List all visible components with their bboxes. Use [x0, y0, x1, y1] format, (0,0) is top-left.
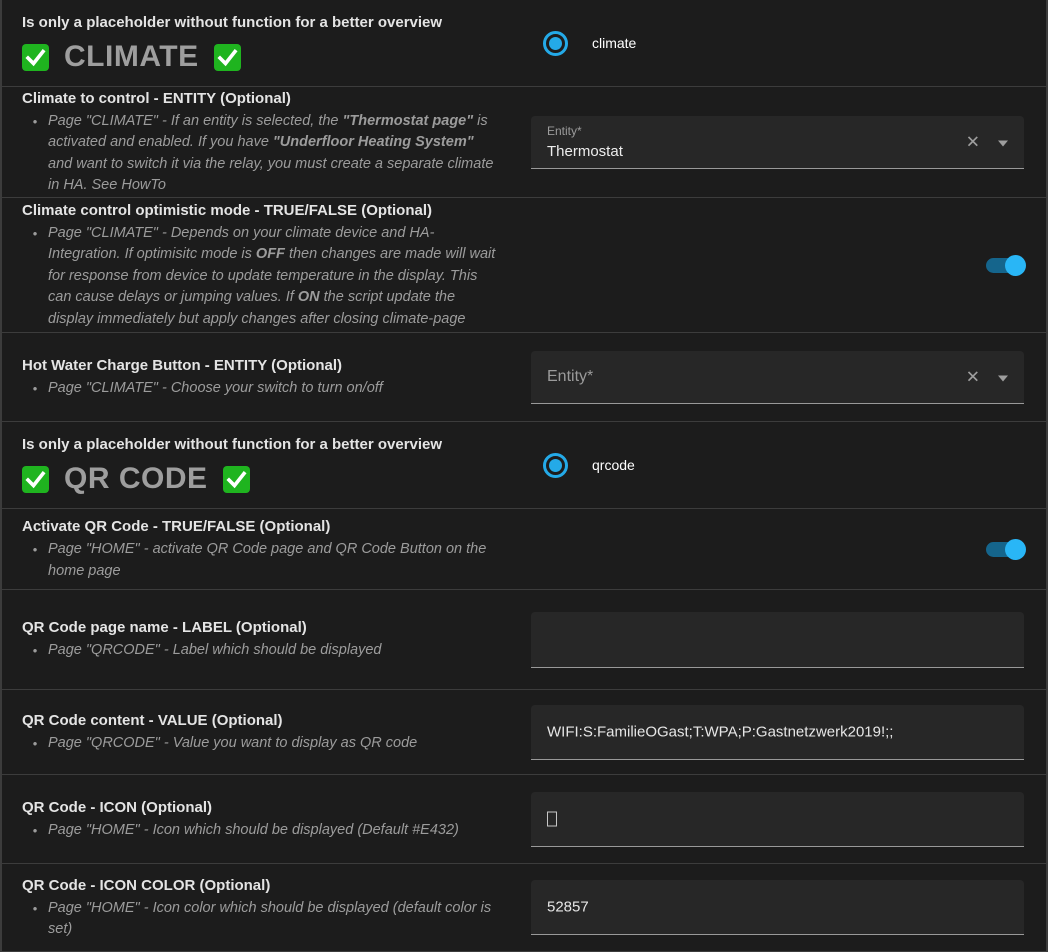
row-qrcode-placeholder-control: qrcode [531, 422, 1046, 508]
row-description-text: Page "QRCODE" - Value you want to displa… [48, 733, 417, 755]
qrcode-content-input[interactable]: WIFI:S:FamilieOGast;T:WPA;P:Gastnetzwerk… [531, 705, 1024, 760]
section-heading-label: QR CODE [64, 462, 208, 496]
bullet-icon: • [22, 820, 48, 842]
optimistic-mode-toggle[interactable] [986, 258, 1024, 273]
row-qrcode-content-control: WIFI:S:FamilieOGast;T:WPA;P:Gastnetzwerk… [531, 690, 1046, 774]
section-heading-label: CLIMATE [64, 40, 199, 74]
radio-selected-icon[interactable] [543, 31, 568, 56]
row-optimistic-mode-control [531, 198, 1046, 332]
row-qrcode-icon: QR Code - ICON (Optional) • Page "HOME" … [2, 775, 1046, 864]
row-description: • Page "QRCODE" - Label which should be … [22, 640, 507, 662]
row-climate-placeholder-control: climate [531, 0, 1046, 86]
row-qrcode-icon-color-text: QR Code - ICON COLOR (Optional) • Page "… [2, 864, 531, 951]
clear-x-icon[interactable]: ✕ [966, 133, 980, 150]
row-description: • Page "CLIMATE" - Depends on your clima… [22, 223, 507, 331]
row-description-text: Page "HOME" - Icon color which should be… [48, 898, 500, 941]
row-title: QR Code - ICON COLOR (Optional) [22, 875, 507, 896]
radio-selected-icon[interactable] [543, 453, 568, 478]
row-description-text: Page "QRCODE" - Label which should be di… [48, 640, 382, 662]
row-hot-water-entity: Hot Water Charge Button - ENTITY (Option… [2, 333, 1046, 422]
section-heading-qrcode: QR CODE [22, 462, 507, 496]
row-climate-entity-control: Entity* Thermostat ✕ [531, 87, 1046, 197]
row-hot-water-entity-text: Hot Water Charge Button - ENTITY (Option… [2, 333, 531, 421]
check-emoji-icon [223, 466, 250, 493]
caret-down-icon[interactable] [998, 140, 1008, 146]
row-climate-placeholder: Is only a placeholder without function f… [2, 0, 1046, 87]
clear-x-icon[interactable]: ✕ [966, 368, 980, 385]
row-qrcode-placeholder-text: Is only a placeholder without function f… [2, 422, 531, 508]
row-hot-water-entity-control: Entity* ✕ [531, 333, 1046, 421]
row-description: • Page "HOME" - activate QR Code page an… [22, 539, 507, 582]
row-description: • Page "HOME" - Icon color which should … [22, 898, 507, 941]
row-qrcode-icon-text: QR Code - ICON (Optional) • Page "HOME" … [2, 775, 531, 863]
row-title: Is only a placeholder without function f… [22, 12, 507, 33]
field-placeholder: Entity* [547, 368, 593, 386]
bullet-icon: • [22, 640, 48, 662]
bullet-icon: • [22, 733, 48, 755]
bullet-icon: • [22, 111, 48, 197]
bullet-icon: • [22, 539, 48, 582]
radio-label: climate [592, 35, 636, 51]
field-value: Thermostat [547, 143, 623, 160]
row-qrcode-page-name-control [531, 590, 1046, 689]
field-label: Entity* [547, 124, 582, 138]
check-emoji-icon [22, 44, 49, 71]
row-qrcode-placeholder: Is only a placeholder without function f… [2, 422, 1046, 509]
radio-label: qrcode [592, 457, 635, 473]
bullet-icon: • [22, 898, 48, 941]
row-climate-placeholder-text: Is only a placeholder without function f… [2, 0, 531, 86]
entity-select-thermostat[interactable]: Entity* Thermostat ✕ [531, 116, 1024, 169]
row-description-text: Page "CLIMATE" - Choose your switch to t… [48, 378, 383, 400]
bullet-icon: • [22, 223, 48, 331]
row-title: QR Code content - VALUE (Optional) [22, 710, 507, 731]
row-title: Climate to control - ENTITY (Optional) [22, 88, 507, 109]
row-title: Hot Water Charge Button - ENTITY (Option… [22, 355, 507, 376]
field-value: WIFI:S:FamilieOGast;T:WPA;P:Gastnetzwerk… [547, 723, 893, 740]
activate-qrcode-toggle[interactable] [986, 542, 1024, 557]
caret-down-icon[interactable] [998, 375, 1008, 381]
check-emoji-icon [214, 44, 241, 71]
row-title: Climate control optimistic mode - TRUE/F… [22, 200, 507, 221]
radio-option-qrcode[interactable]: qrcode [531, 453, 635, 478]
toggle-thumb[interactable] [1005, 255, 1026, 276]
section-heading-climate: CLIMATE [22, 40, 507, 74]
row-description: • Page "CLIMATE" - If an entity is selec… [22, 111, 507, 197]
row-qrcode-icon-control [531, 775, 1046, 863]
row-qrcode-content-text: QR Code content - VALUE (Optional) • Pag… [2, 690, 531, 774]
row-title: Is only a placeholder without function f… [22, 434, 507, 455]
row-description: • Page "HOME" - Icon which should be dis… [22, 820, 507, 842]
row-activate-qrcode-text: Activate QR Code - TRUE/FALSE (Optional)… [2, 509, 531, 589]
row-qrcode-icon-color-control: 52857 [531, 864, 1046, 951]
qrcode-icon-color-input[interactable]: 52857 [531, 880, 1024, 935]
row-description-text: Page "CLIMATE" - If an entity is selecte… [48, 111, 500, 197]
row-description: • Page "CLIMATE" - Choose your switch to… [22, 378, 507, 400]
row-description-text: Page "HOME" - Icon which should be displ… [48, 820, 459, 842]
qrcode-page-name-input[interactable] [531, 612, 1024, 668]
row-climate-entity-text: Climate to control - ENTITY (Optional) •… [2, 87, 531, 197]
entity-select-empty[interactable]: Entity* ✕ [531, 351, 1024, 404]
row-optimistic-mode: Climate control optimistic mode - TRUE/F… [2, 198, 1046, 333]
missing-glyph-box [547, 811, 557, 826]
row-optimistic-mode-text: Climate control optimistic mode - TRUE/F… [2, 198, 531, 332]
bullet-icon: • [22, 378, 48, 400]
qrcode-icon-input[interactable] [531, 792, 1024, 847]
field-value: 52857 [547, 899, 589, 916]
row-qrcode-page-name: QR Code page name - LABEL (Optional) • P… [2, 590, 1046, 690]
radio-option-climate[interactable]: climate [531, 31, 636, 56]
row-title: Activate QR Code - TRUE/FALSE (Optional) [22, 516, 507, 537]
toggle-thumb[interactable] [1005, 539, 1026, 560]
row-title: QR Code - ICON (Optional) [22, 797, 507, 818]
row-title: QR Code page name - LABEL (Optional) [22, 617, 507, 638]
row-description-text: Page "HOME" - activate QR Code page and … [48, 539, 500, 582]
row-qrcode-icon-color: QR Code - ICON COLOR (Optional) • Page "… [2, 864, 1046, 952]
row-description-text: Page "CLIMATE" - Depends on your climate… [48, 223, 500, 331]
blueprint-config-panel: Is only a placeholder without function f… [0, 0, 1048, 952]
row-activate-qrcode-control [531, 509, 1046, 589]
row-qrcode-page-name-text: QR Code page name - LABEL (Optional) • P… [2, 590, 531, 689]
row-activate-qrcode: Activate QR Code - TRUE/FALSE (Optional)… [2, 509, 1046, 590]
row-qrcode-content: QR Code content - VALUE (Optional) • Pag… [2, 690, 1046, 775]
row-climate-entity: Climate to control - ENTITY (Optional) •… [2, 87, 1046, 198]
row-description: • Page "QRCODE" - Value you want to disp… [22, 733, 507, 755]
check-emoji-icon [22, 466, 49, 493]
